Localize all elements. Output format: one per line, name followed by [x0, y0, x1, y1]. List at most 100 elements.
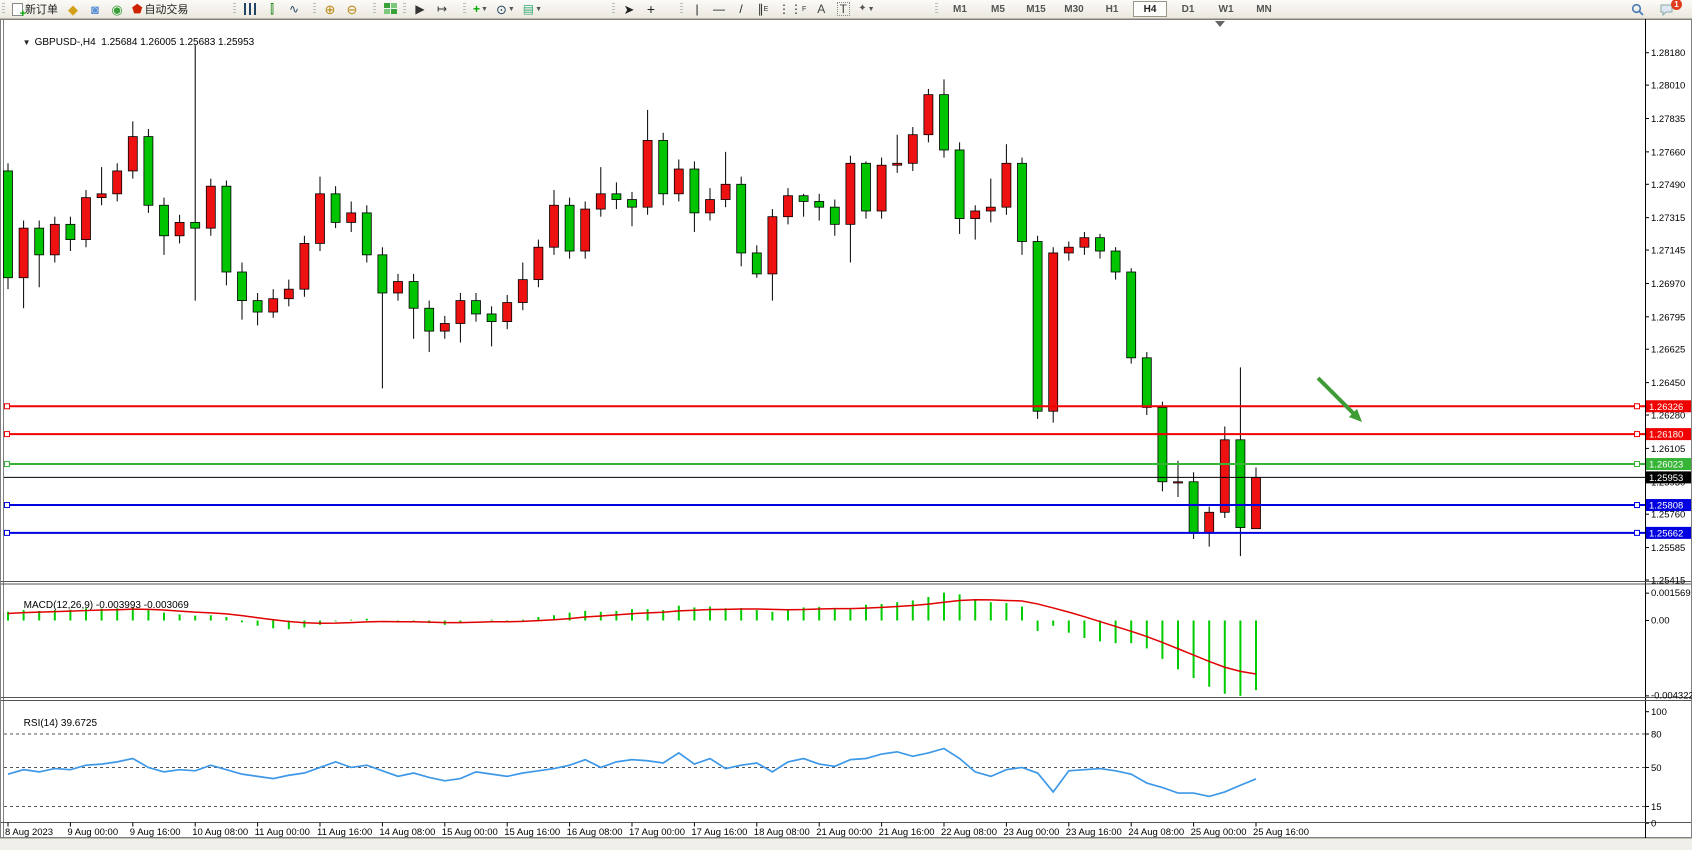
- candle: [830, 207, 839, 224]
- timeframe-H1[interactable]: H1: [1095, 1, 1129, 17]
- time-label: 24 Aug 08:00: [1128, 827, 1184, 838]
- candle: [1096, 238, 1105, 251]
- price-tick-label: 1.26450: [1651, 378, 1685, 389]
- candle: [1080, 238, 1089, 248]
- time-label: 17 Aug 00:00: [629, 827, 685, 838]
- price-line-label-text: 1.26023: [1649, 460, 1683, 471]
- line-handle[interactable]: [5, 462, 10, 467]
- windows-group: [373, 0, 401, 18]
- new-order-icon: [12, 3, 23, 16]
- candle: [565, 205, 574, 251]
- chart-shift-marker[interactable]: [1215, 21, 1225, 27]
- search-button[interactable]: [1627, 1, 1647, 17]
- candle: [144, 137, 153, 206]
- equidistant-channel-button[interactable]: ∥E: [753, 1, 773, 17]
- text-button[interactable]: A: [811, 1, 831, 17]
- line-handle[interactable]: [5, 404, 10, 409]
- line-handle[interactable]: [1635, 462, 1640, 467]
- candle: [752, 253, 761, 274]
- chart-shift-button[interactable]: ↦: [432, 1, 452, 17]
- candle: [893, 163, 902, 165]
- time-label: 23 Aug 16:00: [1066, 827, 1122, 838]
- price-chart-canvas[interactable]: 1.281801.280101.278351.276601.274901.273…: [0, 19, 1692, 850]
- vertical-line-button[interactable]: |: [687, 1, 707, 17]
- notifications-button[interactable]: 1: [1657, 1, 1677, 17]
- line-handle[interactable]: [1635, 503, 1640, 508]
- candle: [331, 194, 340, 223]
- candle: [1049, 253, 1058, 411]
- zoom-group: ⊕ ⊖: [313, 0, 363, 18]
- window-bottom-strip: [0, 838, 1692, 850]
- indicators-button[interactable]: +▼: [470, 1, 491, 17]
- timeframe-D1[interactable]: D1: [1171, 1, 1205, 17]
- horizontal-line-button[interactable]: —: [709, 1, 729, 17]
- main-toolbar: 新订单 ◆ ◙ ◉ ⬟ 自动交易 ⫿ ∿ ⊕ ⊖ ▶ ↦ +▼: [0, 0, 1692, 19]
- line-handle[interactable]: [1635, 404, 1640, 409]
- deposit-icon[interactable]: ◆: [63, 1, 83, 17]
- candle: [300, 243, 309, 289]
- line-handle[interactable]: [5, 432, 10, 437]
- price-tick-label: 1.27315: [1651, 213, 1685, 224]
- text-label-button[interactable]: T: [833, 1, 853, 17]
- zoom-out-button[interactable]: ⊖: [342, 1, 362, 17]
- timeframe-M15[interactable]: M15: [1019, 1, 1053, 17]
- line-handle[interactable]: [5, 530, 10, 535]
- community-icon[interactable]: ◙: [85, 1, 105, 17]
- line-handle[interactable]: [1635, 432, 1640, 437]
- candle: [518, 280, 527, 303]
- fibonacci-button[interactable]: ⋮⋮F: [775, 1, 809, 17]
- time-label: 21 Aug 16:00: [879, 827, 935, 838]
- candle: [362, 213, 371, 255]
- price-tick-label: 1.26795: [1651, 312, 1685, 323]
- bar-chart-button[interactable]: [240, 1, 260, 17]
- timeframe-MN[interactable]: MN: [1247, 1, 1281, 17]
- templates-button[interactable]: ▤▼: [520, 1, 545, 17]
- tile-windows-icon: [384, 3, 397, 15]
- candle: [550, 205, 559, 247]
- timeframe-M5[interactable]: M5: [981, 1, 1015, 17]
- tile-windows-button[interactable]: [380, 1, 400, 17]
- chart-title: ▼GBPUSD-,H4 1.25684 1.26005 1.25683 1.25…: [6, 26, 254, 59]
- candle: [1111, 251, 1120, 272]
- annotation-arrow[interactable]: [1318, 378, 1356, 416]
- timeframe-M1[interactable]: M1: [943, 1, 977, 17]
- periods-button[interactable]: ⊙▼: [493, 1, 518, 17]
- price-tick-label: 1.28180: [1651, 48, 1685, 59]
- candle: [706, 200, 715, 213]
- timeframe-H4[interactable]: H4: [1133, 1, 1167, 17]
- timeframe-W1[interactable]: W1: [1209, 1, 1243, 17]
- candlestick-chart-button[interactable]: ⫿: [262, 1, 282, 17]
- candle: [160, 205, 169, 236]
- time-label: 15 Aug 16:00: [504, 827, 560, 838]
- time-label: 23 Aug 00:00: [1003, 827, 1059, 838]
- candle: [1205, 512, 1214, 533]
- time-label: 14 Aug 08:00: [379, 827, 435, 838]
- candle: [690, 169, 699, 213]
- line-handle[interactable]: [5, 503, 10, 508]
- trendline-button[interactable]: /: [731, 1, 751, 17]
- line-handle[interactable]: [1635, 530, 1640, 535]
- candle: [113, 171, 122, 194]
- timeframe-M30[interactable]: M30: [1057, 1, 1091, 17]
- arrows-button[interactable]: ✦▼: [855, 1, 877, 17]
- autotrading-icon: ⬟: [132, 3, 142, 15]
- autotrading-button[interactable]: ⬟ 自动交易: [129, 1, 191, 17]
- cursor-button[interactable]: ➤: [619, 1, 639, 17]
- candle: [97, 194, 106, 198]
- auto-scroll-button[interactable]: ▶: [410, 1, 430, 17]
- time-label: 15 Aug 00:00: [442, 827, 498, 838]
- candle: [799, 196, 808, 202]
- line-chart-button[interactable]: ∿: [284, 1, 304, 17]
- price-tick-label: 1.25415: [1651, 575, 1685, 586]
- candle: [191, 222, 200, 228]
- zoom-in-button[interactable]: ⊕: [320, 1, 340, 17]
- price-line-label-text: 1.26180: [1649, 430, 1683, 441]
- candle: [534, 247, 543, 279]
- chart-window: 1.281801.280101.278351.276601.274901.273…: [0, 19, 1692, 850]
- crosshair-button[interactable]: +: [641, 1, 661, 17]
- price-tick-label: 1.27145: [1651, 246, 1685, 257]
- candle: [737, 184, 746, 253]
- collapse-icon[interactable]: ▼: [23, 38, 31, 47]
- new-order-button[interactable]: 新订单: [9, 1, 61, 17]
- signals-icon[interactable]: ◉: [107, 1, 127, 17]
